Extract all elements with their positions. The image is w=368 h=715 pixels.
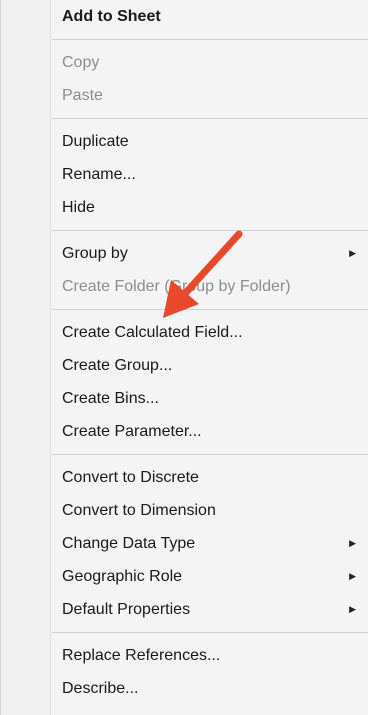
menu-item-geographic-role-label: Geographic Role: [62, 568, 183, 585]
menu-item-rename[interactable]: Rename...: [52, 158, 368, 191]
menu-separator: [52, 39, 368, 40]
menu-item-create-bins[interactable]: Create Bins...: [52, 382, 368, 415]
menu-item-convert-to-discrete[interactable]: Convert to Discrete: [52, 461, 368, 494]
menu-separator: [52, 632, 368, 633]
red-arrow-icon: [163, 230, 243, 318]
menu-item-group-by-label: Group by: [62, 245, 128, 262]
triangle-right-icon: ▶: [349, 538, 356, 548]
menu-item-replace-references[interactable]: Replace References...: [52, 639, 368, 672]
menu-item-default-properties[interactable]: Default Properties ▶: [52, 593, 368, 626]
menu-item-create-group[interactable]: Create Group...: [52, 349, 368, 382]
menu-item-paste: Paste: [62, 87, 103, 104]
menu-item-describe[interactable]: Describe...: [52, 672, 368, 705]
menu-item-default-properties-label: Default Properties: [62, 601, 191, 618]
triangle-right-icon: ▶: [349, 571, 356, 581]
menu-separator: [52, 454, 368, 455]
menu-item-change-data-type-label: Change Data Type: [62, 535, 196, 552]
menu-item-add-to-sheet[interactable]: Add to Sheet: [52, 0, 368, 33]
menu-item-copy: Copy: [62, 54, 100, 71]
menu-item-create-parameter[interactable]: Create Parameter...: [52, 415, 368, 448]
menu-item-convert-to-dimension[interactable]: Convert to Dimension: [52, 494, 368, 527]
menu-icon-gutter: [1, 0, 51, 715]
triangle-right-icon: ▶: [349, 604, 356, 614]
menu-item-duplicate[interactable]: Duplicate: [52, 125, 368, 158]
menu-item-change-data-type[interactable]: Change Data Type ▶: [52, 527, 368, 560]
menu-items: Add to Sheet Copy Paste Duplicate Rename…: [52, 0, 368, 705]
menu-separator: [52, 118, 368, 119]
menu-item-geographic-role[interactable]: Geographic Role ▶: [52, 560, 368, 593]
triangle-right-icon: ▶: [349, 248, 356, 258]
menu-item-hide[interactable]: Hide: [52, 191, 368, 224]
context-menu: Add to Sheet Copy Paste Duplicate Rename…: [0, 0, 368, 715]
